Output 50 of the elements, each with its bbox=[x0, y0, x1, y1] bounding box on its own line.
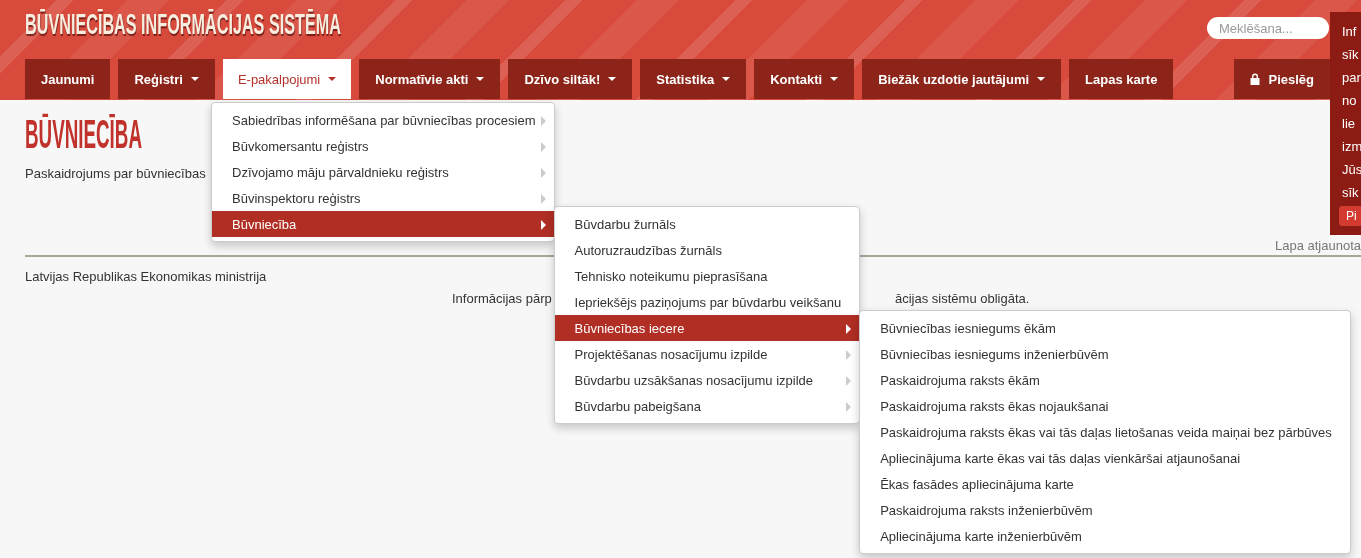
menu-item[interactable]: Paskaidrojuma raksts ēkas nojaukšanai bbox=[860, 393, 1350, 419]
notice-text: sīk bbox=[1342, 46, 1360, 64]
nav-tab[interactable]: Lapas karte bbox=[1069, 59, 1174, 99]
nav-tab[interactable]: Reģistri bbox=[118, 59, 215, 99]
menu-item[interactable]: Paskaidrojuma raksts ēkām bbox=[860, 367, 1350, 393]
menu-item[interactable]: Būvniecības iecere bbox=[554, 315, 860, 341]
info-text: ācijas sistēmu obligāta. bbox=[895, 291, 1030, 306]
accept-button[interactable]: Pi bbox=[1339, 206, 1361, 226]
notice-text: izm bbox=[1342, 138, 1361, 156]
menu-item[interactable]: Būvniecības iesniegums inženierbūvēm bbox=[860, 341, 1350, 367]
notice-text: sīk bbox=[1342, 184, 1360, 202]
updated-text: Lapa atjaunota bbox=[1274, 238, 1361, 253]
menu-item[interactable]: Apliecinājuma karte inženierbūvēm bbox=[860, 523, 1350, 549]
intro-text: Paskaidrojums par būvniecības bbox=[25, 166, 206, 181]
nav-tab[interactable]: Statistika bbox=[640, 59, 747, 99]
info-text: Informācijas pārp bbox=[452, 291, 552, 306]
footer-org: Latvijas Republikas Ekonomikas ministrija bbox=[25, 269, 267, 284]
page-heading: BŪVNIECĪBA bbox=[25, 112, 142, 156]
notice-text: par bbox=[1342, 69, 1361, 87]
menu-item[interactable]: Projektēšanas nosacījumu izpilde bbox=[554, 341, 860, 367]
nav-tab[interactable]: Biežāk uzdotie jautājumi bbox=[862, 59, 1062, 99]
menu-item[interactable]: Apliecinājuma karte ēkas vai tās daļas vienkāršai atjaunošanai bbox=[860, 445, 1350, 471]
menu-item[interactable]: Autoruzraudzības žurnāls bbox=[554, 237, 860, 263]
menu-item[interactable]: Ēkas fasādes apliecinājuma karte bbox=[860, 471, 1350, 497]
menu-item[interactable]: Būvkomersantu reģistrs bbox=[212, 133, 554, 159]
lock-icon bbox=[1250, 73, 1261, 85]
notice-text: Jūs bbox=[1342, 161, 1361, 179]
notice-text: Inf bbox=[1342, 23, 1358, 41]
nav-tab[interactable]: Normatīvie akti bbox=[359, 59, 501, 99]
menu-item[interactable]: Būvdarbu pabeigšana bbox=[554, 393, 860, 419]
nav-tab[interactable]: Jaunumi bbox=[25, 59, 111, 99]
menu-item[interactable]: Būvdarbu žurnāls bbox=[554, 211, 860, 237]
menu-item[interactable]: Būvniecība bbox=[212, 211, 554, 237]
nav-tab[interactable]: E-pakalpojumi bbox=[222, 59, 352, 99]
menu-item[interactable]: Paskaidrojuma raksts inženierbūvēm bbox=[860, 497, 1350, 523]
nav-tab[interactable]: Kontakti bbox=[754, 59, 855, 99]
login-button[interactable]: Pieslēg bbox=[1234, 59, 1330, 99]
menu-item[interactable]: Būvdarbu uzsākšanas nosacījumu izpilde bbox=[554, 367, 860, 393]
site-title: BŪVNIECĪBAS INFORMĀCIJAS SISTĒMA bbox=[25, 7, 341, 41]
notice-text: no bbox=[1342, 92, 1358, 110]
menu-item[interactable]: Dzīvojamo māju pārvaldnieku reģistrs bbox=[212, 159, 554, 185]
menu-item[interactable]: Paskaidrojuma raksts ēkas vai tās daļas lietošanas veida maiņai bez pārbūves bbox=[860, 419, 1350, 445]
menu-item[interactable]: Būvniecības iesniegums ēkām bbox=[860, 315, 1350, 341]
menu-item[interactable]: Būvinspektoru reģistrs bbox=[212, 185, 554, 211]
menu-item[interactable]: Sabiedrības informēšana par būvniecības procesiem bbox=[212, 107, 554, 133]
nav-tab[interactable]: Dzīvo siltāk! bbox=[508, 59, 633, 99]
notice-text: lie bbox=[1342, 115, 1356, 133]
menu-item[interactable]: Iepriekšējs paziņojums par būvdarbu veikšanu bbox=[554, 289, 860, 315]
menu-item[interactable]: Tehnisko noteikumu pieprasīšana bbox=[554, 263, 860, 289]
search-field[interactable]: Meklēšana... bbox=[1207, 17, 1329, 39]
